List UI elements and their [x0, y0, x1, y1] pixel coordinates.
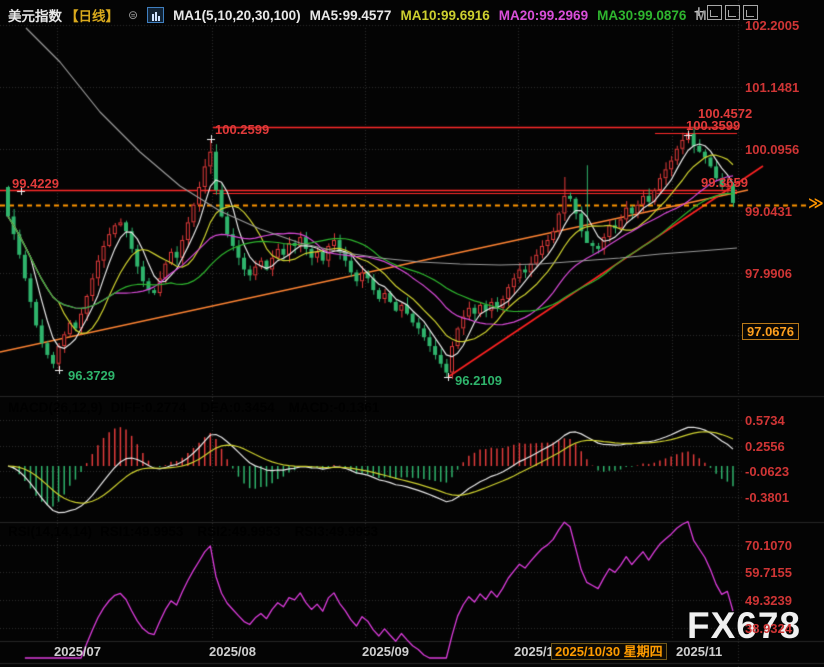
price-annotation: 99.4229 — [12, 176, 59, 191]
rsi-name[interactable]: RSI(14,14,14) — [8, 524, 92, 539]
panel-layout-icon-1[interactable] — [707, 5, 722, 20]
ma20-value: MA20:99.2969 — [499, 8, 588, 23]
ma10-value: MA10:99.6916 — [400, 8, 489, 23]
rsi-axis-tick: 38.9324 — [745, 621, 792, 636]
price-axis-tick: 99.0431 — [745, 204, 792, 219]
macd-axis-tick: -0.3801 — [745, 490, 789, 505]
main-header: 美元指数 【日线】 ⊜ MA1(5,10,20,30,100) MA5:99.4… — [8, 5, 707, 25]
rsi-axis-tick: 70.1070 — [745, 538, 792, 553]
macd-diff-value: DIFF:0.2774 — [111, 400, 187, 415]
macd-dea-value: DEA:0.3454 — [200, 400, 274, 415]
price-axis-tick: 102.2005 — [745, 18, 799, 33]
pan-icon[interactable]: ✛ — [694, 6, 704, 19]
time-axis-tick[interactable]: 2025/07 — [54, 644, 101, 659]
crosshair-date-box: 2025/10/30 星期四 — [551, 643, 667, 660]
rsi-axis-tick: 59.7155 — [745, 565, 792, 580]
macd-name[interactable]: MACD(26,12,9) — [8, 400, 103, 415]
price-annotation: 99.3659 — [701, 175, 748, 190]
macd-axis-tick: -0.0623 — [745, 464, 789, 479]
rsi-header: RSI(14,14,14) RSI1:49.9953 RSI2:49.9953 … — [8, 524, 378, 539]
price-annotation: 100.3599 — [686, 118, 740, 133]
price-annotation: 96.2109 — [455, 373, 502, 388]
time-axis-tick[interactable]: 2025/1 — [514, 644, 554, 659]
chart-canvas[interactable] — [0, 0, 824, 667]
indicator-chart-icon[interactable] — [147, 7, 164, 23]
ma5-value: MA5:99.4577 — [310, 8, 392, 23]
rsi2-value: RSI2:49.9953 — [197, 524, 280, 539]
time-axis-tick[interactable]: 2025/09 — [362, 644, 409, 659]
price-annotation: 100.2599 — [215, 122, 269, 137]
rsi1-value: RSI1:49.9953 — [100, 524, 183, 539]
symbol-title: 美元指数 — [8, 5, 62, 25]
panel-layout-icon-2[interactable] — [725, 5, 740, 20]
macd-axis-tick: 0.2556 — [745, 439, 785, 454]
price-axis-tick: 100.0956 — [745, 142, 799, 157]
last-price-arrow-icon: ≫ — [808, 198, 824, 210]
rsi3-value: RSI3:49.9953 — [295, 524, 378, 539]
price-annotation: 96.3729 — [68, 368, 115, 383]
ma-settings-label[interactable]: MA1(5,10,20,30,100) — [173, 8, 301, 23]
macd-header: MACD(26,12,9) DIFF:0.2774 DEA:0.3454 MAC… — [8, 400, 379, 415]
ma30-value: MA30:99.0876 — [597, 8, 686, 23]
macd-axis-tick: 0.5734 — [745, 413, 785, 428]
macd-value: MACD:-0.1361 — [289, 400, 380, 415]
time-axis-tick[interactable]: 2025/08 — [209, 644, 256, 659]
time-axis-tick[interactable]: 2025/11 — [676, 644, 722, 659]
trading-chart-app: 美元指数 【日线】 ⊜ MA1(5,10,20,30,100) MA5:99.4… — [0, 0, 824, 667]
price-axis-tick: 101.1481 — [745, 80, 799, 95]
rsi-axis-tick: 49.3239 — [745, 593, 792, 608]
price-axis-tick: 97.9906 — [745, 266, 792, 281]
crosshair-price-box: 97.0676 — [742, 323, 799, 340]
settings-icon[interactable]: ⊜ — [128, 8, 138, 22]
period-label[interactable]: 【日线】 — [65, 5, 119, 25]
